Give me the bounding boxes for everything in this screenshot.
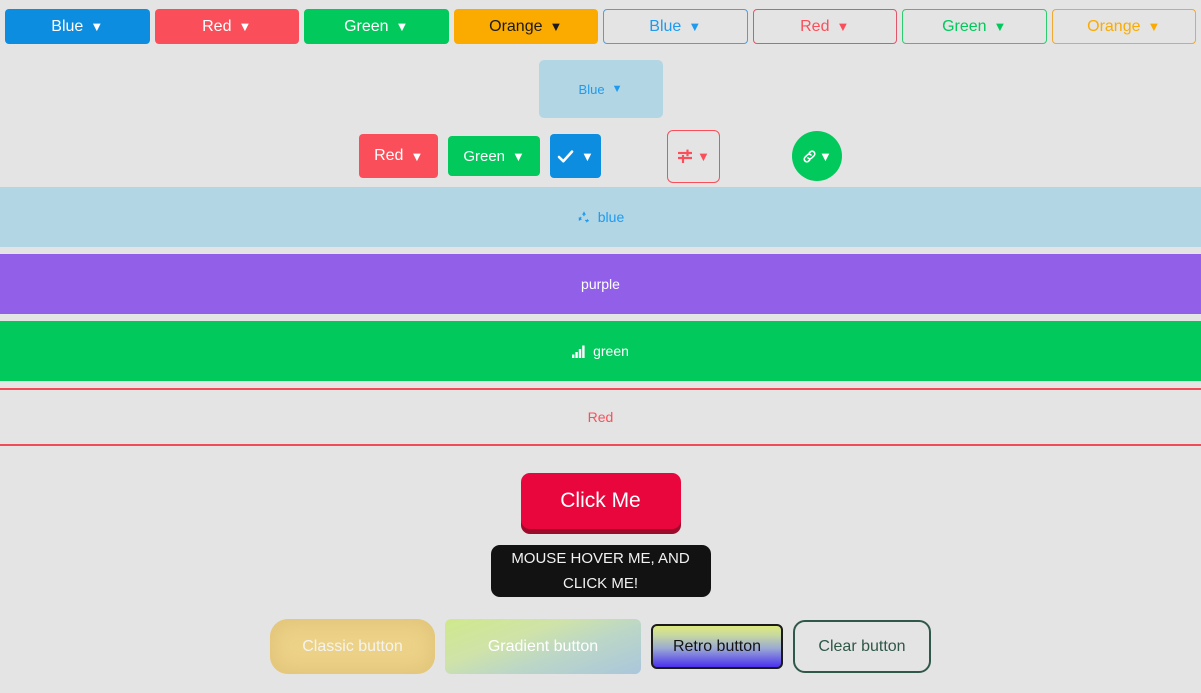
dropdown-button-label: Red — [800, 17, 830, 35]
row-spacer — [730, 156, 782, 157]
dropdown-button-label: Green — [463, 147, 506, 165]
signal-icon — [572, 345, 586, 358]
chevron-down-icon: ▼ — [580, 148, 594, 164]
dropdown-button-label: Red — [374, 147, 404, 164]
chevron-down-icon: ▼ — [611, 83, 623, 95]
sliders-icon — [677, 148, 693, 165]
click-me-button[interactable]: Click Me — [520, 473, 681, 529]
chevron-down-icon: ▼ — [549, 19, 563, 34]
dropdown-button-red-solid[interactable]: Red ▼ — [154, 9, 299, 44]
dropdown-button-sliders[interactable]: ▼ — [666, 129, 720, 183]
chevron-down-icon: ▼ — [688, 19, 702, 34]
block-button-purple[interactable]: purple — [0, 254, 1201, 314]
click-button-row: Click Me — [0, 446, 1201, 529]
chevron-down-icon: ▼ — [696, 148, 710, 164]
block-button-label: blue — [597, 209, 625, 225]
block-button-label: green — [593, 343, 629, 359]
dropdown-button-orange-solid[interactable]: Orange ▼ — [453, 9, 598, 44]
chevron-down-icon: ▼ — [395, 19, 409, 34]
dropdown-button-label: Red — [202, 17, 232, 35]
link-icon — [802, 149, 817, 164]
dropdown-button-check[interactable]: ▼ — [549, 134, 601, 178]
mixed-button-row: Red ▼ Green ▼ ▼ ▼ ▼ — [0, 118, 1201, 183]
recycle-icon — [577, 210, 591, 224]
dropdown-button-label: Green — [942, 17, 987, 35]
block-button-red[interactable]: Red — [0, 388, 1201, 446]
chevron-down-icon: ▼ — [90, 19, 104, 34]
dropdown-button-blue-large[interactable]: Blue ▼ — [538, 60, 663, 118]
dropdown-button-label: Blue — [649, 17, 682, 35]
block-button-green[interactable]: green — [0, 321, 1201, 381]
gradient-button[interactable]: Gradient button — [445, 619, 641, 674]
dropdown-button-green-outline[interactable]: Green ▼ — [902, 9, 1047, 44]
chevron-down-icon: ▼ — [836, 19, 850, 34]
dropdown-button-blue-solid[interactable]: Blue ▼ — [5, 9, 150, 44]
dropdown-button-red-small[interactable]: Red ▼ — [359, 134, 439, 178]
top-button-row: Blue ▼ Red ▼ Green ▼ Orange ▼ Blue ▼ Red… — [0, 0, 1201, 47]
chevron-down-icon: ▼ — [818, 148, 832, 164]
dropdown-button-link[interactable]: ▼ — [791, 131, 842, 181]
hover-button-line2: CLICK ME! — [562, 575, 638, 592]
chevron-down-icon: ▼ — [410, 148, 424, 164]
row-spacer — [611, 156, 657, 157]
block-button-label: purple — [581, 276, 620, 292]
dropdown-button-label: Orange — [489, 17, 543, 35]
special-button-row: Classic button Gradient button Retro but… — [0, 597, 1201, 674]
block-button-blue[interactable]: blue — [0, 187, 1201, 247]
chevron-down-icon: ▼ — [512, 148, 525, 164]
block-button-label: Red — [587, 409, 614, 425]
dropdown-button-label: Green — [344, 17, 389, 35]
mouse-hover-button[interactable]: MOUSE HOVER ME, AND CLICK ME! — [490, 545, 711, 597]
dropdown-button-label: Blue — [578, 81, 605, 97]
chevron-down-icon: ▼ — [993, 19, 1007, 34]
dropdown-button-orange-outline[interactable]: Orange ▼ — [1051, 9, 1196, 44]
large-button-row: Blue ▼ — [0, 47, 1201, 118]
check-icon — [557, 148, 574, 165]
dropdown-button-green-small[interactable]: Green ▼ — [448, 136, 540, 176]
dropdown-button-label: Blue — [51, 17, 84, 35]
hover-button-line1: MOUSE HOVER ME, AND — [511, 550, 690, 567]
hover-button-row: MOUSE HOVER ME, AND CLICK ME! — [0, 529, 1201, 597]
chevron-down-icon: ▼ — [238, 19, 252, 34]
dropdown-button-blue-outline[interactable]: Blue ▼ — [603, 9, 748, 44]
clear-button[interactable]: Clear button — [793, 620, 931, 673]
dropdown-button-label: Orange — [1087, 17, 1141, 35]
chevron-down-icon: ▼ — [1147, 19, 1161, 34]
dropdown-button-green-solid[interactable]: Green ▼ — [304, 9, 449, 44]
dropdown-button-red-outline[interactable]: Red ▼ — [752, 9, 897, 44]
retro-button[interactable]: Retro button — [651, 624, 783, 669]
classic-button[interactable]: Classic button — [270, 619, 435, 674]
